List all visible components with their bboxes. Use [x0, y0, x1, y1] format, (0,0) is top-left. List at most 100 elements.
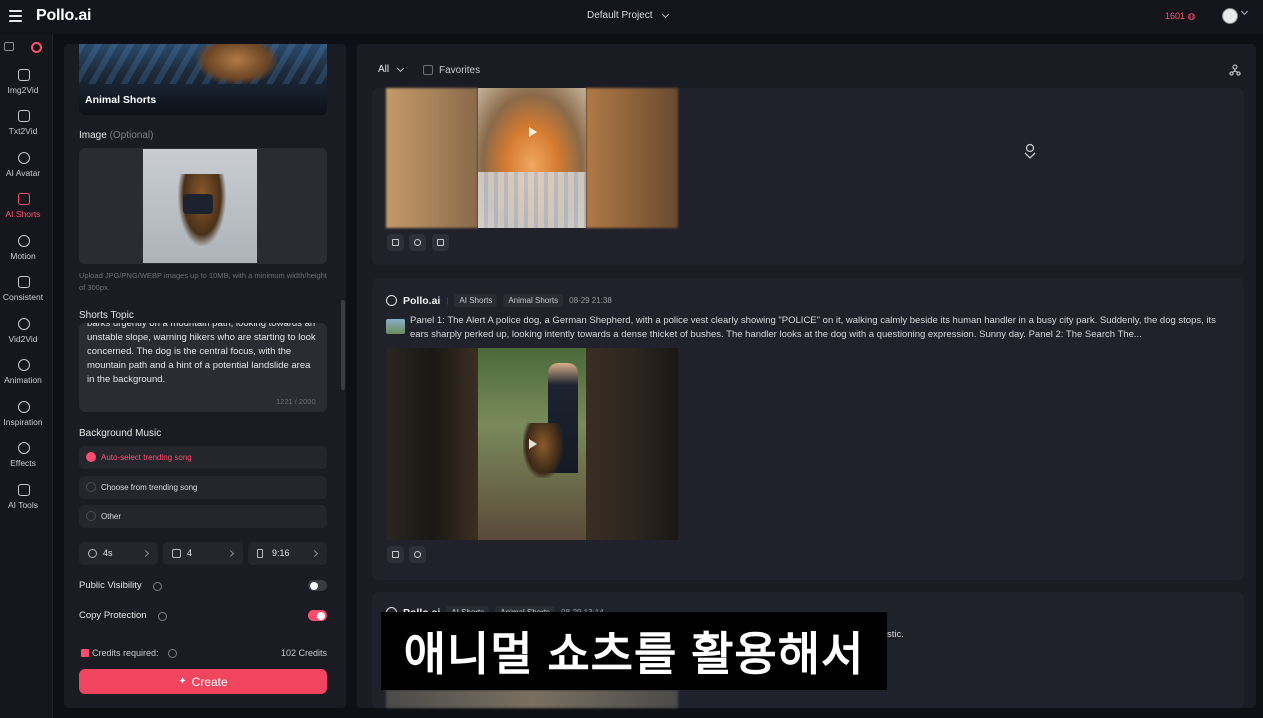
regenerate-button[interactable]	[409, 546, 426, 563]
menu-icon[interactable]	[9, 10, 22, 22]
sidebar-item-ai-shorts[interactable]: AI Shorts	[0, 192, 53, 232]
project-name: Default Project	[587, 10, 653, 21]
public-visibility-label: Public Visibility	[79, 580, 142, 591]
edit-button[interactable]	[387, 546, 404, 563]
post-prompt: stic.	[887, 629, 904, 640]
edit-button[interactable]	[387, 234, 404, 251]
credits-balance-value: 1601	[1165, 11, 1186, 21]
background-music-label: Background Music	[79, 428, 162, 439]
radio-checked-icon	[86, 452, 96, 462]
sidebar-item-motion[interactable]: Motion	[0, 234, 53, 274]
optional-tag: (Optional)	[109, 130, 154, 141]
motion-icon	[18, 235, 30, 247]
subtitle-caption: 애니멀 쇼츠를 활용해서	[381, 612, 887, 690]
tag-ai-shorts[interactable]: AI Shorts	[454, 294, 498, 307]
play-icon[interactable]	[529, 127, 537, 137]
character-counter: 1221 / 2000	[276, 397, 316, 406]
avatar[interactable]	[1222, 8, 1238, 24]
share-icon[interactable]	[1229, 64, 1241, 76]
music-option-label: Auto-select trending song	[101, 453, 192, 462]
panel-scrollbar[interactable]	[341, 300, 345, 390]
sidebar-item-img2vid[interactable]: Img2Vid	[0, 68, 53, 108]
sidebar-item-label: Inspiration	[3, 417, 43, 427]
copy-protection-label: Copy Protection	[79, 610, 147, 621]
sparkle-icon: ✦	[178, 676, 187, 687]
uploaded-image[interactable]	[143, 149, 257, 263]
regenerate-button[interactable]	[409, 234, 426, 251]
copy-protection-toggle[interactable]	[308, 610, 327, 621]
sidebar-item-vid2vid[interactable]: Vid2Vid	[0, 317, 53, 357]
clock-icon	[88, 549, 97, 558]
chevron-right-icon	[310, 549, 319, 558]
pollo-logo-icon	[386, 295, 397, 306]
top-bar: Pollo.ai Default Project 1601 ◍	[0, 0, 1263, 34]
sidebar-item-label: AI Tools	[7, 500, 39, 510]
delete-button[interactable]	[432, 234, 449, 251]
image-to-video-icon	[18, 69, 30, 81]
duration-value: 4s	[103, 548, 113, 558]
video-to-video-icon	[18, 318, 30, 330]
post-image-thumb[interactable]	[386, 319, 405, 334]
sidebar-item-label: Consistent	[2, 292, 44, 302]
radio-icon	[86, 511, 96, 521]
filter-dropdown[interactable]: All	[378, 64, 405, 75]
brand-logo[interactable]: Pollo.ai	[36, 7, 92, 25]
video-preview-cat[interactable]	[478, 88, 586, 228]
public-visibility-toggle[interactable]	[308, 580, 327, 591]
trash-icon	[437, 239, 444, 246]
download-icon[interactable]	[1023, 143, 1037, 160]
image-label-text: Image	[79, 130, 107, 141]
play-icon[interactable]	[529, 439, 537, 449]
sidebar-item-inspiration[interactable]: Inspiration	[0, 400, 53, 440]
credits-balance[interactable]: 1601 ◍	[1165, 11, 1195, 22]
radio-icon	[86, 482, 96, 492]
toggle-knob	[310, 581, 318, 590]
create-button[interactable]: ✦ Create	[79, 669, 327, 694]
favorites-label: Favorites	[439, 65, 481, 76]
sidebar-item-ai-avatar[interactable]: AI Avatar	[0, 151, 53, 191]
gallery-icon[interactable]	[4, 42, 14, 51]
avatar-icon	[18, 152, 30, 164]
public-visibility-row: Public Visibility	[79, 579, 327, 593]
post-header: Pollo.ai | AI Shorts Animal Shorts 08-29…	[386, 294, 612, 307]
shorts-icon	[18, 193, 30, 205]
info-icon[interactable]	[158, 612, 167, 621]
video-preview-partial[interactable]	[386, 690, 678, 708]
duration-selector[interactable]: 4s	[79, 542, 158, 565]
ratio-selector[interactable]: 9:16	[248, 542, 327, 565]
sidebar-item-label: AI Avatar	[5, 168, 41, 178]
project-selector[interactable]: Default Project	[587, 10, 669, 21]
compass-icon	[18, 401, 30, 413]
favorites-checkbox[interactable]	[423, 65, 433, 75]
filter-value: All	[378, 64, 390, 75]
sidebar-item-txt2vid[interactable]: Txt2Vid	[0, 109, 53, 149]
music-option-other[interactable]: Other	[79, 505, 327, 528]
chevron-down-icon[interactable]	[1240, 7, 1249, 16]
tag-animal-shorts[interactable]: Animal Shorts	[503, 294, 564, 307]
video-frame-blur	[586, 348, 678, 540]
sidebar-item-label: AI Shorts	[5, 209, 41, 219]
police-vest	[183, 194, 213, 214]
info-icon[interactable]	[153, 582, 162, 591]
sidebar-item-consistent[interactable]: Consistent	[0, 275, 53, 315]
info-icon[interactable]	[168, 649, 177, 658]
record-icon[interactable]	[31, 42, 42, 53]
upload-hint: Upload JPG/PNG/WEBP images up to 10MB, w…	[79, 271, 327, 292]
credits-required-label: Credits required:	[92, 648, 159, 658]
sidebar-item-label: Effects	[10, 458, 36, 468]
effects-icon	[18, 442, 30, 454]
music-option-trending[interactable]: Choose from trending song	[79, 476, 327, 499]
music-option-auto[interactable]: Auto-select trending song	[79, 446, 327, 469]
phone-icon	[257, 549, 263, 558]
toggle-knob	[317, 611, 325, 620]
sidebar-item-label: Animation	[4, 375, 42, 385]
count-selector[interactable]: 4	[163, 542, 243, 565]
sidebar-item-effects[interactable]: Effects	[0, 441, 53, 481]
sidebar-item-ai-tools[interactable]: AI Tools	[0, 483, 53, 523]
animation-icon	[18, 359, 30, 371]
divider: |	[446, 296, 449, 305]
tools-icon	[18, 484, 30, 496]
sidebar-item-animation[interactable]: Animation	[0, 358, 53, 398]
police-dog-image	[523, 423, 563, 478]
refresh-icon	[414, 239, 421, 246]
